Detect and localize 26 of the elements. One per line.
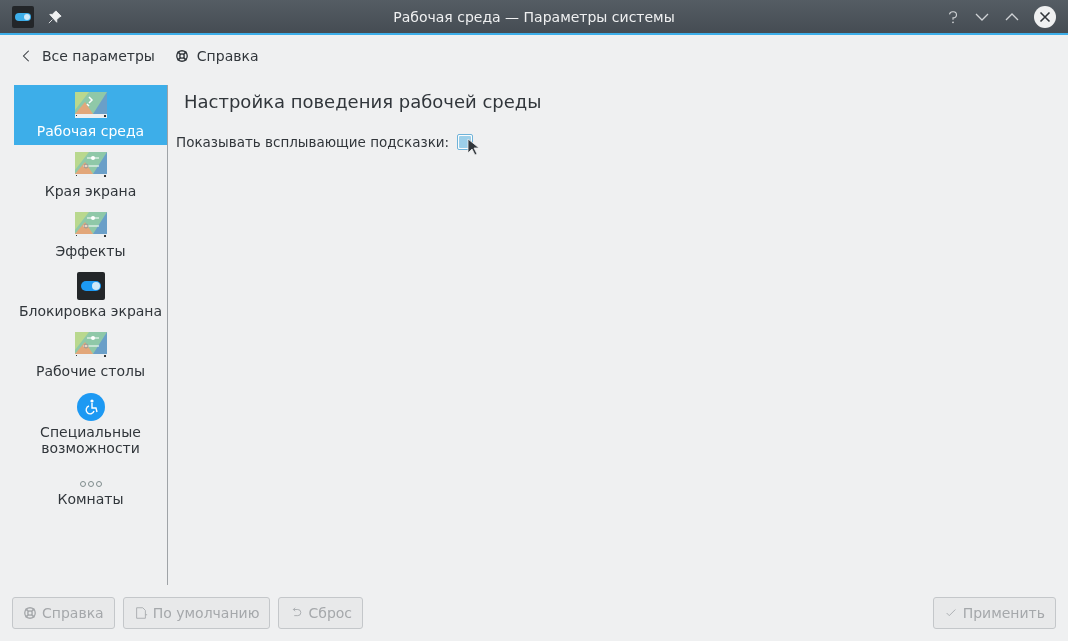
sidebar-item[interactable]: Края экрана <box>14 145 167 205</box>
sidebar-item[interactable]: Эффекты <box>14 205 167 265</box>
window-title: Рабочая среда — Параметры системы <box>393 8 675 25</box>
sliders-icon <box>74 151 107 180</box>
sidebar-item[interactable]: Рабочие столы <box>14 325 167 385</box>
pin-icon[interactable] <box>48 9 62 24</box>
close-icon[interactable] <box>1034 5 1056 28</box>
sliders-icon <box>74 331 107 360</box>
sidebar-item[interactable]: Специальные возможности <box>14 385 167 463</box>
sidebar-item[interactable]: Блокировка экрана <box>14 265 167 325</box>
sidebar-item[interactable]: Комнаты <box>14 463 167 523</box>
wallpaper-icon <box>74 91 107 120</box>
wheelchair-icon <box>76 392 105 421</box>
document-icon <box>133 606 148 620</box>
cursor-icon <box>467 138 480 156</box>
help-icon[interactable] <box>946 8 960 25</box>
page-heading: Настройка поведения рабочей среды <box>184 91 543 112</box>
help-button[interactable]: Справка <box>168 44 265 68</box>
toggle-icon <box>76 271 105 300</box>
toggle-icon <box>12 5 34 28</box>
sliders-icon <box>74 211 107 240</box>
option-label: Показывать всплывающие подсказки: <box>176 134 450 150</box>
dots-icon <box>78 479 103 488</box>
lifebuoy-icon <box>174 49 189 63</box>
back-button[interactable]: Все параметры <box>14 44 161 68</box>
lifebuoy-icon <box>23 606 37 620</box>
